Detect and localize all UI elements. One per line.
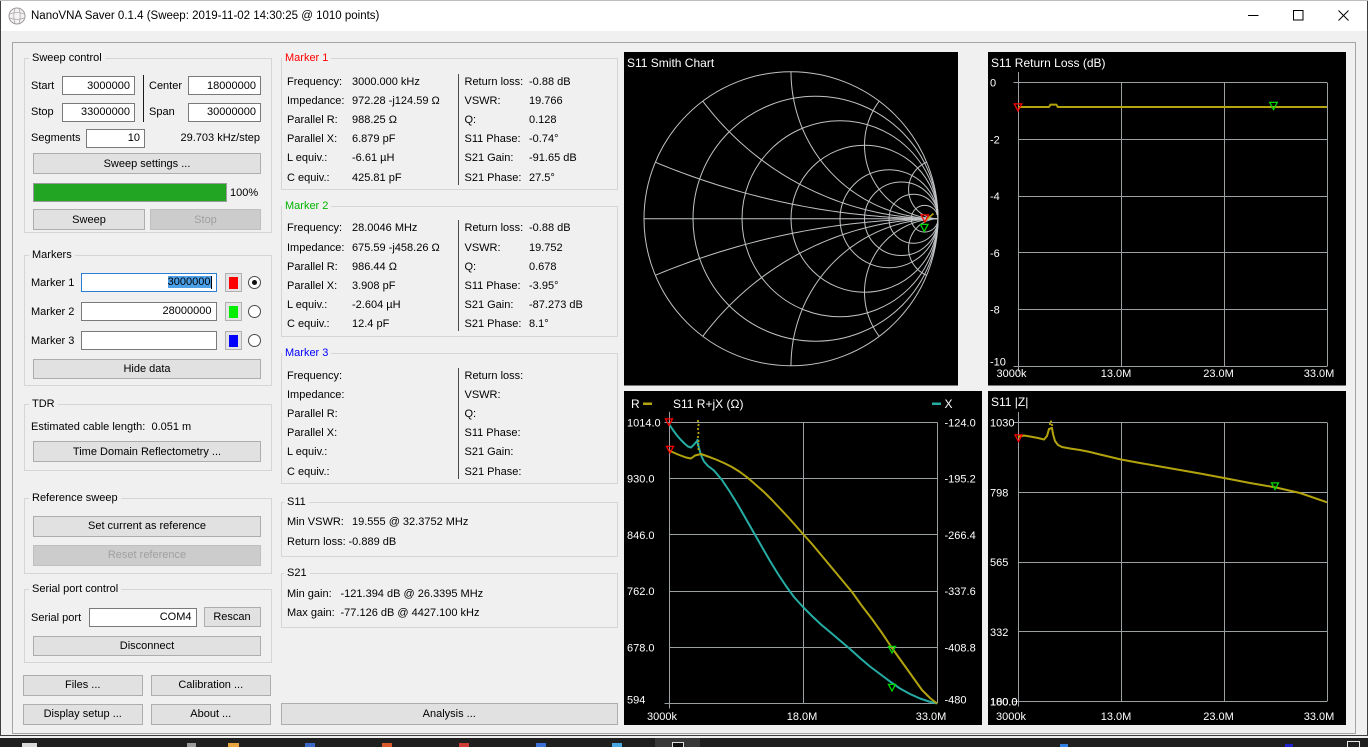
svg-text:332: 332 (990, 627, 1008, 639)
svg-text:18.0M: 18.0M (787, 711, 818, 723)
svg-text:S11 R+jX (Ω): S11 R+jX (Ω) (673, 397, 743, 411)
svg-text:930.0: 930.0 (627, 474, 655, 486)
svg-text:-195.2: -195.2 (945, 474, 976, 486)
svg-text:798: 798 (990, 487, 1008, 499)
svg-text:3000k: 3000k (997, 368, 1027, 380)
svg-text:33.0M: 33.0M (1304, 368, 1335, 380)
svg-text:23.0M: 23.0M (1203, 711, 1234, 723)
svg-text:S11 Return Loss (dB): S11 Return Loss (dB) (991, 56, 1106, 70)
svg-text:1030: 1030 (990, 418, 1014, 430)
svg-text:33.0M: 33.0M (916, 711, 947, 723)
svg-text:3000k: 3000k (996, 711, 1026, 723)
svg-text:678.0: 678.0 (627, 642, 655, 654)
svg-text:-2: -2 (990, 134, 1000, 146)
svg-text:100.0: 100.0 (990, 697, 1018, 709)
svg-text:594: 594 (627, 695, 645, 707)
svg-text:S11 Smith Chart: S11 Smith Chart (627, 56, 715, 70)
svg-text:-266.4: -266.4 (945, 530, 976, 542)
svg-text:-6: -6 (990, 248, 1000, 260)
svg-text:-124.0: -124.0 (945, 417, 976, 429)
svg-text:33.0M: 33.0M (1304, 711, 1335, 723)
svg-text:565: 565 (990, 557, 1008, 569)
svg-text:23.0M: 23.0M (1203, 368, 1234, 380)
svg-text:-408.8: -408.8 (945, 642, 976, 654)
svg-text:762.0: 762.0 (627, 586, 655, 598)
svg-text:S11 |Z|: S11 |Z| (991, 395, 1028, 409)
svg-text:X: X (945, 397, 953, 411)
svg-text:1014.0: 1014.0 (627, 417, 661, 429)
svg-text:13.0M: 13.0M (1101, 368, 1132, 380)
svg-text:0: 0 (990, 78, 996, 90)
svg-text:3000k: 3000k (647, 711, 677, 723)
svg-text:-8: -8 (990, 305, 1000, 317)
svg-text:-480: -480 (945, 695, 967, 707)
svg-text:-4: -4 (990, 191, 1000, 203)
svg-text:R: R (631, 397, 640, 411)
svg-text:-337.6: -337.6 (945, 586, 976, 598)
svg-text:13.0M: 13.0M (1101, 711, 1132, 723)
svg-text:846.0: 846.0 (627, 530, 655, 542)
svg-text:-10: -10 (990, 357, 1006, 369)
